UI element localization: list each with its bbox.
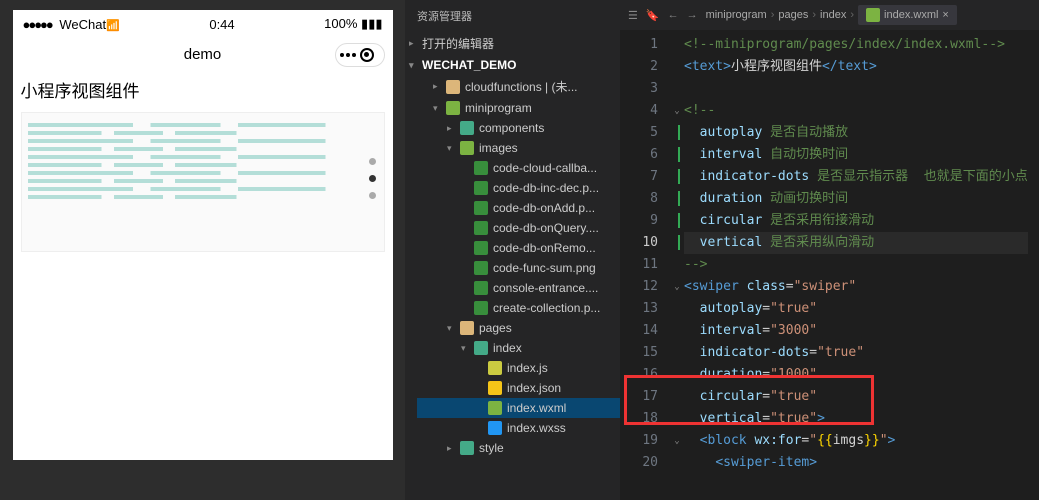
folder-icon xyxy=(474,341,488,355)
tree-item[interactable]: ▸cloudfunctions | (未... xyxy=(417,75,620,98)
img-icon xyxy=(474,301,488,315)
nav-title: demo xyxy=(184,46,222,63)
img-icon xyxy=(474,261,488,275)
indicator-dot xyxy=(369,158,376,165)
line-numbers: 1234567891011121314151617181920 xyxy=(620,30,670,500)
editor-panel: ☰ 🔖 ← → miniprogram› pages› index› index… xyxy=(620,0,1039,500)
img-icon xyxy=(474,241,488,255)
editor-tabs: ☰ 🔖 ← → miniprogram› pages› index› index… xyxy=(620,0,1039,30)
page-heading: 小程序视图组件 xyxy=(13,71,393,108)
tree-item[interactable]: ▸style xyxy=(417,438,620,458)
folder-y-icon xyxy=(446,80,460,94)
js-icon xyxy=(488,361,502,375)
capsule-button[interactable] xyxy=(335,43,385,67)
back-icon[interactable]: ← xyxy=(668,9,679,21)
img-icon xyxy=(474,181,488,195)
folder-icon xyxy=(460,121,474,135)
tree-item[interactable]: ▾index xyxy=(417,338,620,358)
tree-item[interactable]: index.wxss xyxy=(417,418,620,438)
tree-item[interactable]: ▸components xyxy=(417,118,620,138)
tree-item[interactable]: index.wxml xyxy=(417,398,620,418)
tree-item[interactable]: code-cloud-callba... xyxy=(417,158,620,178)
tree-item[interactable]: code-func-sum.png xyxy=(417,258,620,278)
tree-item[interactable]: console-entrance.... xyxy=(417,278,620,298)
close-icon[interactable] xyxy=(360,48,374,62)
indicator-dot xyxy=(369,192,376,199)
img-icon xyxy=(474,201,488,215)
tree-item[interactable]: ▾miniprogram xyxy=(417,98,620,118)
tree-item[interactable]: ▾images xyxy=(417,138,620,158)
fold-column[interactable]: ⌄⌄⌄ xyxy=(670,30,684,500)
folder-y-icon xyxy=(460,321,474,335)
code-area[interactable]: 1234567891011121314151617181920 ⌄⌄⌄ <!--… xyxy=(620,30,1039,500)
placeholder-image xyxy=(22,113,384,209)
tree-item[interactable]: index.json xyxy=(417,378,620,398)
explorer-panel: 资源管理器 ▸打开的编辑器 ▾WECHAT_DEMO ▸cloudfunctio… xyxy=(405,0,620,500)
status-bar: ●●●●● WeChat📶 0:44 100% ▮▮▮ xyxy=(13,10,393,38)
img-icon xyxy=(474,221,488,235)
indicator-dot-active xyxy=(369,175,376,182)
tree-item[interactable]: code-db-onAdd.p... xyxy=(417,198,620,218)
menu-icon[interactable]: ☰ xyxy=(628,9,638,22)
folder-g-icon xyxy=(460,141,474,155)
phone-frame: ●●●●● WeChat📶 0:44 100% ▮▮▮ demo 小程序视图组件 xyxy=(13,10,393,460)
menu-icon[interactable] xyxy=(346,53,350,57)
tree-item[interactable]: create-collection.p... xyxy=(417,298,620,318)
tree-item[interactable]: ▾pages xyxy=(417,318,620,338)
project-root[interactable]: ▾WECHAT_DEMO xyxy=(405,55,620,75)
tree-item[interactable]: code-db-onQuery.... xyxy=(417,218,620,238)
wxss-icon xyxy=(488,421,502,435)
file-tree: ▸cloudfunctions | (未...▾miniprogram▸comp… xyxy=(405,75,620,458)
wxml-icon xyxy=(866,8,880,22)
json-icon xyxy=(488,381,502,395)
open-editors-section[interactable]: ▸打开的编辑器 xyxy=(405,32,620,55)
wxml-icon xyxy=(488,401,502,415)
simulator-panel: ●●●●● WeChat📶 0:44 100% ▮▮▮ demo 小程序视图组件 xyxy=(0,0,405,500)
bookmark-icon[interactable]: 🔖 xyxy=(646,9,660,22)
status-time: 0:44 xyxy=(209,17,234,32)
status-left: ●●●●● WeChat📶 xyxy=(23,17,120,32)
swiper-preview[interactable] xyxy=(21,112,385,252)
explorer-title: 资源管理器 xyxy=(405,0,620,32)
tree-item[interactable]: index.js xyxy=(417,358,620,378)
swiper-indicator xyxy=(369,158,376,199)
folder-g-icon xyxy=(446,101,460,115)
folder-icon xyxy=(460,441,474,455)
code-content[interactable]: <!--miniprogram/pages/index/index.wxml--… xyxy=(684,30,1028,500)
nav-bar: demo xyxy=(13,38,393,71)
img-icon xyxy=(474,161,488,175)
status-battery: 100% ▮▮▮ xyxy=(324,16,382,32)
tree-item[interactable]: code-db-inc-dec.p... xyxy=(417,178,620,198)
img-icon xyxy=(474,281,488,295)
tree-item[interactable]: code-db-onRemo... xyxy=(417,238,620,258)
forward-icon[interactable]: → xyxy=(687,9,698,21)
breadcrumb[interactable]: miniprogram› pages› index› index.wxml × xyxy=(706,5,1031,25)
